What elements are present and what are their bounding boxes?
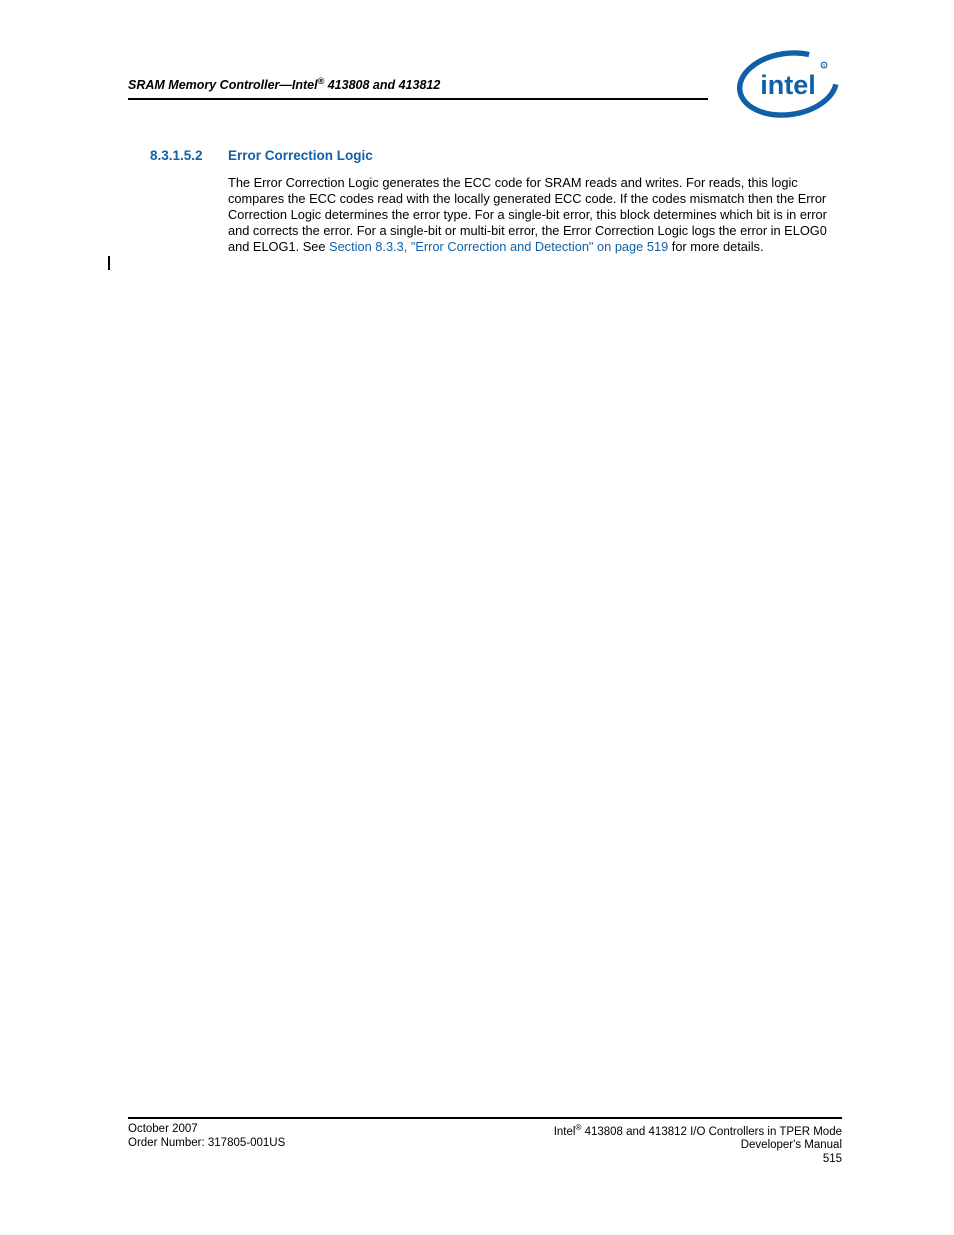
footer-row: October 2007 Order Number: 317805-001US … <box>128 1123 842 1167</box>
page: SRAM Memory Controller—Intel® 413808 and… <box>0 0 954 1235</box>
intel-logo: intel R <box>734 48 842 120</box>
footer-left: October 2007 Order Number: 317805-001US <box>128 1123 285 1167</box>
page-footer: October 2007 Order Number: 317805-001US … <box>128 1117 842 1167</box>
body-text-part2: for more details. <box>668 239 763 254</box>
footer-product-line: Intel® 413808 and 413812 I/O Controllers… <box>554 1123 842 1140</box>
cross-reference-link[interactable]: Section 8.3.3, "Error Correction and Det… <box>329 239 668 254</box>
footer-date: October 2007 <box>128 1123 285 1137</box>
header-title: SRAM Memory Controller—Intel® 413808 and… <box>128 76 440 92</box>
header-title-prefix: SRAM Memory Controller—Intel <box>128 78 318 92</box>
body-paragraph: The Error Correction Logic generates the… <box>228 175 842 255</box>
section-title: Error Correction Logic <box>228 148 373 163</box>
footer-order-number: Order Number: 317805-001US <box>128 1137 285 1151</box>
change-bar <box>108 256 110 270</box>
svg-text:intel: intel <box>760 70 816 100</box>
footer-manual-title: Developer's Manual <box>554 1139 842 1153</box>
content-area: 8.3.1.5.2 Error Correction Logic The Err… <box>150 148 842 255</box>
footer-right: Intel® 413808 and 413812 I/O Controllers… <box>554 1123 842 1167</box>
footer-rule <box>128 1117 842 1119</box>
section-number: 8.3.1.5.2 <box>150 148 228 163</box>
footer-page-number: 515 <box>554 1153 842 1167</box>
header-rule <box>128 98 708 100</box>
header-title-suffix: 413808 and 413812 <box>324 78 440 92</box>
section-heading: 8.3.1.5.2 Error Correction Logic <box>150 148 842 163</box>
